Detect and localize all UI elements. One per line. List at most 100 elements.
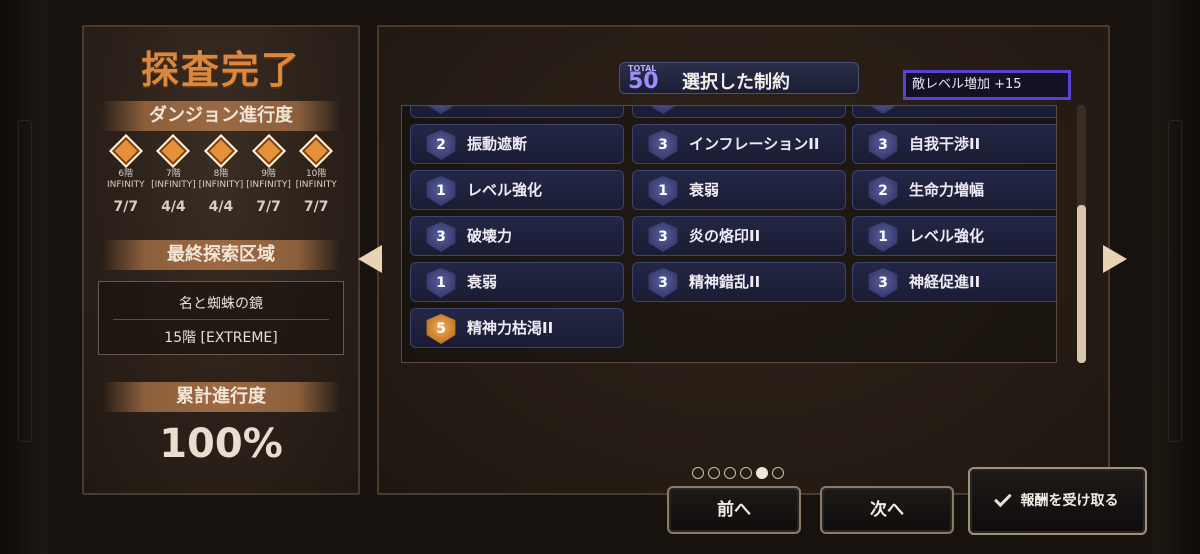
constraint-name: 精神力枯渇II (467, 319, 554, 337)
floor-difficulty: [INFINITY] (246, 180, 291, 190)
floor-progress-list: 6階 INFINITY 7/7 7階 [INFINITY] 4/4 8階 [IN… (102, 134, 340, 215)
next-page-arrow-icon[interactable] (1103, 245, 1127, 273)
constraint-name: 振動遮断 (467, 135, 528, 153)
constraint-card[interactable]: 1 衰弱 (410, 262, 624, 302)
floor-emblem-icon (204, 134, 238, 168)
floor-progress: 7/7 (113, 199, 139, 215)
divider (113, 319, 329, 320)
page-dot[interactable] (692, 467, 704, 479)
constraint-card[interactable]: 2 生命力増幅 (852, 170, 1056, 210)
floor-progress: 4/4 (208, 199, 234, 215)
constraint-card[interactable]: 5 精神力枯渇II (410, 308, 624, 348)
floor-progress: 7/7 (303, 199, 329, 215)
constraint-card[interactable]: 3 神経促進II (852, 262, 1056, 302)
scroll-thumb[interactable] (1077, 205, 1086, 363)
prev-button[interactable]: 前へ (667, 486, 801, 534)
constraints-panel: TOTAL 50 選択した制約 敵レベル増加 +15 2 振動遮断 3 インフレーショ… (377, 25, 1110, 495)
constraint-level: 3 (658, 137, 668, 153)
constraint-card[interactable]: 3 炎の烙印II (632, 216, 846, 256)
constraint-badge-icon (648, 106, 678, 114)
constraint-badge-icon (868, 106, 898, 114)
page-dot[interactable] (708, 467, 720, 479)
page-title: 探査完了 (140, 48, 301, 92)
page-dot[interactable] (756, 467, 768, 479)
floor-item: 6階 INFINITY 7/7 (102, 134, 150, 215)
floor-emblem-icon (108, 134, 143, 168)
constraint-name: 生命力増幅 (909, 181, 985, 199)
floor-progress: 4/4 (161, 199, 186, 215)
constraint-card[interactable]: 3 破壊力 (410, 216, 624, 256)
constraint-name: 炎の烙印II (689, 227, 761, 245)
page-dot[interactable] (740, 467, 752, 479)
floor-difficulty: INFINITY (106, 180, 145, 190)
claim-reward-button[interactable]: 報酬を受け取る (968, 467, 1147, 535)
area-floor: 15階 [EXTREME] (164, 330, 278, 346)
page-dot[interactable] (724, 467, 736, 479)
page-dot[interactable] (772, 467, 784, 479)
constraint-card[interactable] (410, 106, 624, 118)
constraints-title: 選択した制約 (682, 72, 790, 93)
constraint-level: 3 (658, 229, 668, 245)
summary-panel: 探査完了 ダンジョン進行度 6階 INFINITY 7/7 7階 [INFINI… (82, 25, 360, 495)
floor-difficulty: [INFINITY (295, 180, 337, 190)
total-value: 50 (628, 69, 659, 94)
constraint-level: 1 (436, 183, 446, 199)
constraint-card[interactable] (852, 106, 1056, 118)
page-indicator (692, 467, 784, 479)
constraint-level: 2 (878, 183, 888, 199)
constraint-card[interactable]: 1 レベル強化 (852, 216, 1056, 256)
enemy-level-indicator: 敵レベル増加 +15 (903, 70, 1071, 100)
final-area-box: 名と蜘蛛の鏡 15階 [EXTREME] (98, 281, 344, 355)
constraint-level: 3 (658, 275, 668, 291)
constraint-name: レベル強化 (467, 181, 543, 199)
check-icon (993, 489, 1012, 508)
constraint-name: 衰弱 (467, 273, 498, 291)
floor-item: 8階 [INFINITY] 4/4 (197, 134, 245, 215)
list-scrollbar[interactable] (1077, 105, 1086, 363)
constraint-name: 神経促進II (909, 273, 981, 291)
constraint-name: 衰弱 (689, 181, 720, 199)
constraint-card[interactable]: 1 衰弱 (632, 170, 846, 210)
constraint-name: レベル強化 (909, 227, 985, 245)
constraint-level: 3 (436, 229, 446, 245)
floor-difficulty: [INFINITY] (151, 180, 196, 190)
constraint-level: 1 (878, 229, 888, 245)
floor-progress: 7/7 (256, 199, 281, 215)
constraint-level: 2 (436, 137, 446, 153)
constraint-card[interactable]: 3 インフレーションII (632, 124, 846, 164)
constraint-card[interactable]: 3 自我干渉II (852, 124, 1056, 164)
floor-item: 10階 [INFINITY 7/7 (292, 134, 340, 215)
constraint-level: 3 (878, 275, 888, 291)
floor-emblem-icon (251, 134, 286, 168)
constraint-level: 1 (436, 275, 446, 291)
constraint-card[interactable]: 3 精神錯乱II (632, 262, 846, 302)
constraint-level: 1 (658, 183, 668, 199)
floor-item: 7階 [INFINITY] 4/4 (150, 134, 198, 215)
floor-name: 10階 (305, 169, 327, 179)
floor-name: 6階 (118, 169, 134, 179)
frame-edge-left (0, 0, 48, 554)
constraint-badge-icon (426, 106, 456, 114)
next-button[interactable]: 次へ (820, 486, 954, 534)
floor-item: 9階 [INFINITY] 7/7 (245, 134, 293, 215)
constraint-level: 3 (878, 137, 888, 153)
constraint-name: 自我干渉II (909, 135, 981, 153)
claim-reward-label: 報酬を受け取る (1020, 493, 1119, 509)
floor-difficulty: [INFINITY] (198, 180, 244, 190)
constraint-card[interactable]: 1 レベル強化 (410, 170, 624, 210)
total-progress-value: 100% (159, 421, 283, 467)
floor-name: 8階 (213, 169, 229, 179)
constraint-level: 5 (436, 321, 446, 337)
dungeon-progress-heading: ダンジョン進行度 (102, 101, 340, 131)
constraint-card[interactable]: 2 振動遮断 (410, 124, 624, 164)
frame-edge-right (1152, 0, 1200, 554)
constraint-name: 破壊力 (467, 227, 513, 245)
total-progress-heading: 累計進行度 (102, 382, 340, 412)
constraints-header: TOTAL 50 選択した制約 (619, 62, 859, 94)
floor-name: 7階 (166, 169, 181, 179)
previous-page-arrow-icon[interactable] (358, 245, 382, 273)
constraint-card[interactable] (632, 106, 846, 118)
floor-emblem-icon (156, 134, 191, 168)
floor-emblem-icon (299, 134, 334, 168)
constraint-list[interactable]: 2 振動遮断 3 インフレーションII 3 自我干渉II 1 レベル強化 1 衰弱 2 生命力増幅 3 破… (401, 105, 1057, 363)
